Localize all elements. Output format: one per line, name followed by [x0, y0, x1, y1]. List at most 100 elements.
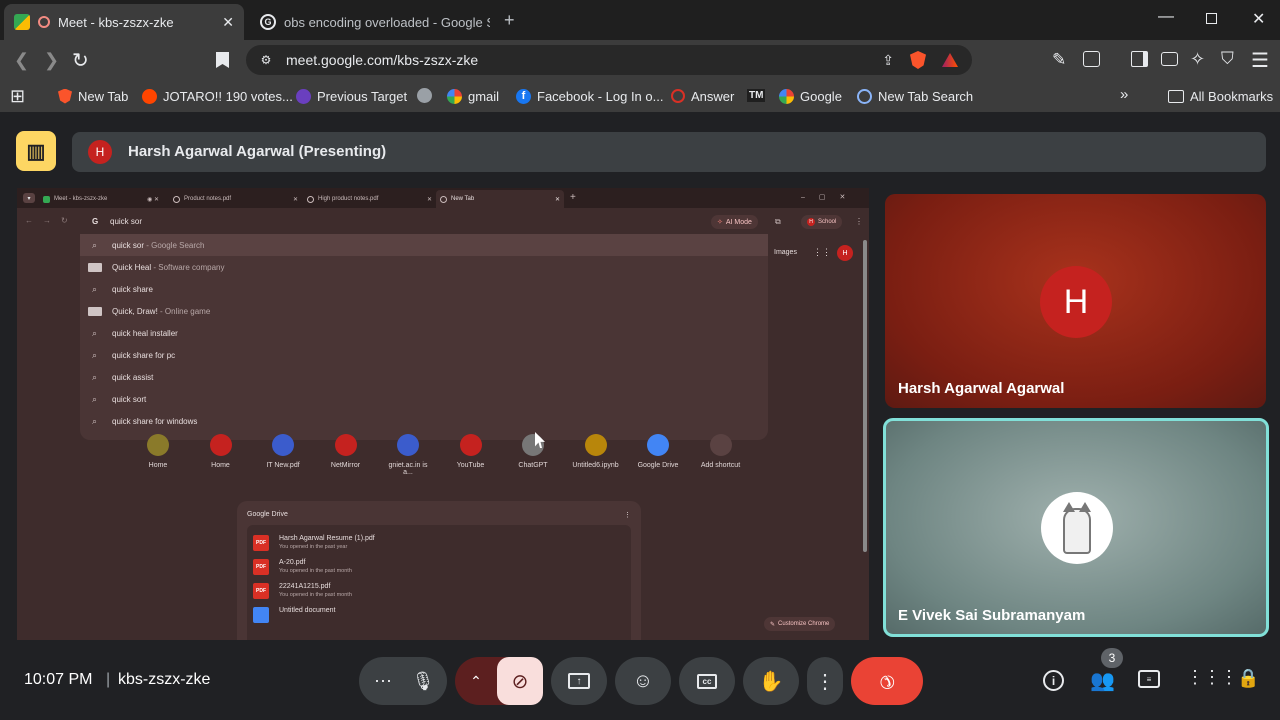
bookmark-new-tab-search[interactable]: New Tab Search: [857, 84, 973, 108]
captions-button[interactable]: cc: [679, 657, 735, 705]
camera-off-button[interactable]: ⊘: [497, 657, 543, 705]
suggestion-sub: - Software company: [151, 262, 225, 272]
share-icon[interactable]: ⇪: [882, 52, 894, 69]
bookmark-jotaro[interactable]: JOTARO!! 190 votes...: [142, 84, 293, 108]
camera-options-chevron-icon[interactable]: ⌃: [455, 673, 497, 690]
shortcut-label: Add shortcut: [700, 462, 741, 469]
menu-icon[interactable]: ☰: [1251, 48, 1269, 73]
more-bookmarks-icon[interactable]: »: [1120, 86, 1128, 103]
meeting-details-icon[interactable]: i: [1043, 670, 1064, 691]
bookmark-label: gmail: [468, 88, 500, 104]
brave-rewards-icon[interactable]: [942, 53, 958, 67]
people-icon[interactable]: 👥: [1090, 668, 1115, 693]
site-info-icon[interactable]: ⚙: [258, 53, 274, 67]
tab-favicon-icon: [173, 195, 180, 203]
tab-search[interactable]: G obs encoding overloaded - Google S: [250, 4, 500, 40]
search-icon: [857, 88, 872, 104]
suggestion-main: quick assist: [112, 372, 154, 382]
bookmark-previous-target[interactable]: Previous Target: [296, 84, 407, 108]
tab-favicon-icon: [440, 195, 447, 203]
hand-icon: ✋: [758, 670, 784, 693]
participant-name: E Vivek Sai Subramanyam: [898, 607, 1086, 624]
back-icon[interactable]: ❮: [14, 50, 29, 71]
present-button[interactable]: ↑: [551, 657, 607, 705]
address-bar[interactable]: ⚙ meet.google.com/kbs-zszx-zke ⇪: [246, 45, 972, 75]
shared-scrollbar: [863, 240, 867, 552]
microphone-icon[interactable]: 🎙: [403, 671, 443, 692]
people-count-badge: 3: [1101, 648, 1123, 668]
audio-control-group: ⋯ 🎙: [359, 657, 447, 705]
reload-icon[interactable]: ↻: [72, 48, 89, 73]
bookmark-facebook[interactable]: f Facebook - Log In o...: [516, 84, 663, 108]
drive-file: Untitled document: [253, 607, 625, 623]
more-options-button[interactable]: ⋮: [807, 657, 843, 705]
wallet-icon[interactable]: [1161, 52, 1178, 66]
close-tab-icon[interactable]: ✕: [222, 14, 234, 31]
globe-icon[interactable]: [417, 88, 432, 103]
chat-icon[interactable]: ≡: [1138, 670, 1160, 688]
search-icon: ⌕: [92, 371, 98, 382]
end-call-icon: ✆: [874, 668, 900, 694]
customize-chrome: ✎ Customize Chrome: [764, 617, 836, 631]
participant-name: Harsh Agarwal Agarwal: [898, 380, 1065, 397]
shared-google-icon: G: [92, 217, 99, 226]
shortcut-icon: [397, 434, 419, 456]
leo-ai-icon[interactable]: ✧: [1190, 49, 1205, 70]
shortcut-tile: YouTube: [446, 434, 496, 476]
pdf-icon: PDF: [253, 535, 269, 551]
forward-icon[interactable]: ❯: [44, 50, 59, 71]
new-tab-icon[interactable]: +: [504, 10, 515, 31]
more-audio-options-icon[interactable]: ⋯: [363, 671, 403, 692]
all-bookmarks[interactable]: All Bookmarks: [1168, 84, 1273, 108]
pdf-icon: PDF: [253, 583, 269, 599]
participant-tile-speaking[interactable]: E Vivek Sai Subramanyam: [883, 418, 1269, 637]
presenting-bar: H Harsh Agarwal Agarwal (Presenting): [72, 132, 1266, 172]
brave-shield-icon[interactable]: [910, 51, 926, 69]
suggestion-sub: - Online game: [157, 306, 211, 316]
tab-meet[interactable]: Meet - kbs-zszx-zke ✕: [4, 4, 244, 40]
suggestion-sub: - Google Search: [144, 240, 205, 250]
bookmark-label: Answer: [691, 88, 735, 104]
suggestion-item: ⌕ quick sort: [80, 388, 768, 410]
google-favicon-icon: G: [260, 14, 276, 30]
presentation-toggle-icon[interactable]: ▥: [16, 131, 56, 171]
search-icon: ⌕: [92, 283, 98, 294]
shared-apps-icon: ⋮⋮: [813, 247, 831, 257]
shared-images-link: Images: [774, 249, 797, 256]
bookmark-answer[interactable]: Answer: [671, 84, 734, 108]
shortcut-label: YouTube: [456, 462, 485, 469]
shortcut-icon: [334, 434, 357, 456]
shortcut-tile: NetMirror: [321, 434, 371, 476]
shortcut-icon: [647, 434, 669, 456]
participant-tile[interactable]: H Harsh Agarwal Agarwal: [885, 194, 1266, 408]
shared-avatar: H: [837, 245, 853, 261]
present-screen-icon: ↑: [568, 673, 590, 689]
tm-icon[interactable]: TM: [747, 89, 766, 102]
tab-search-icon[interactable]: [1083, 51, 1100, 67]
restore-icon[interactable]: [1206, 13, 1217, 24]
meeting-code: kbs-zszx-zke: [118, 671, 211, 688]
facebook-icon: f: [516, 88, 531, 104]
leave-call-button[interactable]: ✆: [851, 657, 923, 705]
extensions-icon[interactable]: ✎: [1052, 50, 1066, 70]
raise-hand-button[interactable]: ✋: [743, 657, 799, 705]
sidebar-icon[interactable]: [1131, 51, 1148, 67]
host-controls-icon[interactable]: 🔒: [1237, 668, 1259, 689]
apps-grid-icon[interactable]: ⊞: [10, 86, 25, 107]
shortcut-tile: Google Drive: [633, 434, 683, 476]
brave-icon: [58, 88, 72, 104]
vpn-icon[interactable]: ⛉: [1221, 49, 1234, 69]
minimize-icon[interactable]: —: [1158, 8, 1174, 26]
doc-icon: [253, 607, 269, 623]
captions-icon: cc: [697, 673, 717, 689]
reddit-icon: [142, 88, 157, 104]
suggestion-item: ⌕ quick share: [80, 278, 768, 300]
reactions-button[interactable]: ☺: [615, 657, 671, 705]
bookmark-new-tab[interactable]: New Tab: [58, 84, 128, 108]
close-window-icon[interactable]: ✕: [1252, 9, 1265, 29]
bookmark-google[interactable]: Google: [779, 84, 842, 108]
suggestion-item: ⌕ quick assist: [80, 366, 768, 388]
activities-icon[interactable]: ⋮⋮⋮: [1186, 667, 1238, 688]
url-text: meet.google.com/kbs-zszx-zke: [286, 52, 479, 68]
bookmark-gmail[interactable]: gmail: [447, 84, 499, 108]
